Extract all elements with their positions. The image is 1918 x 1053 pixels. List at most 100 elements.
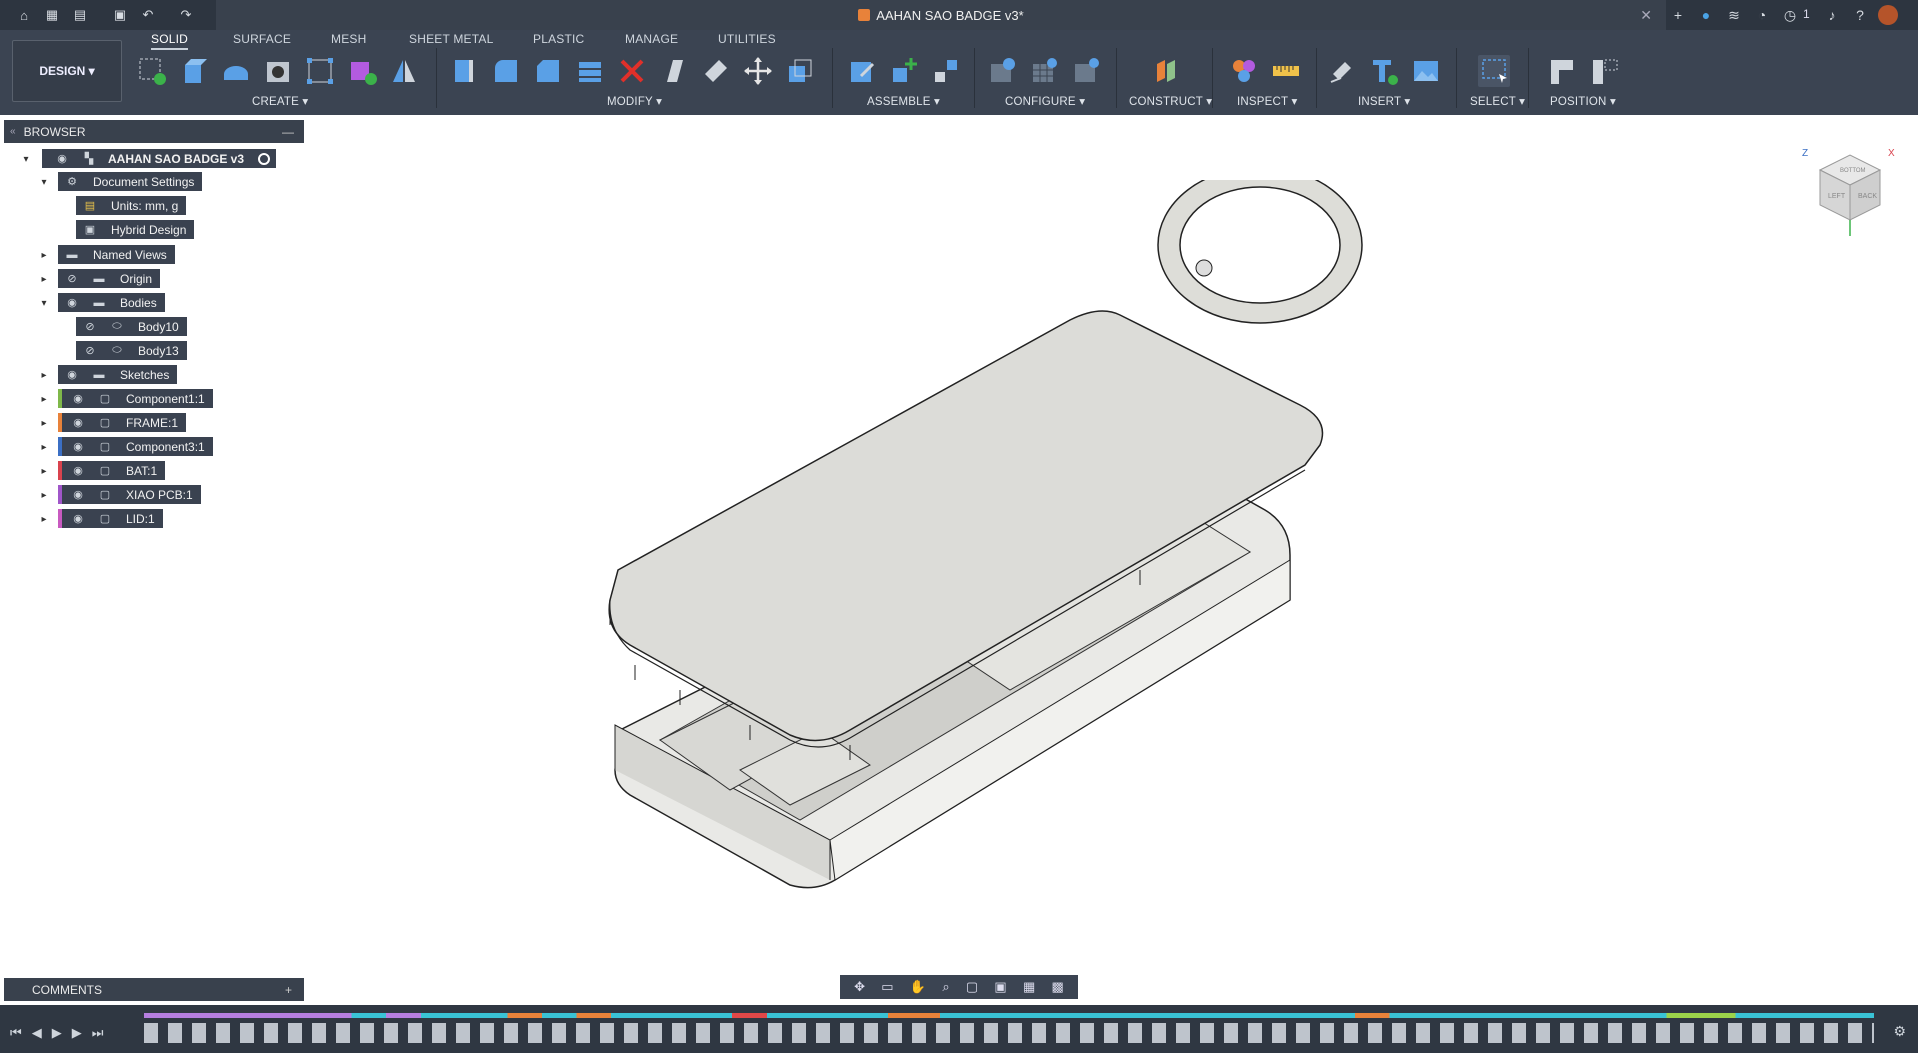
eye-icon[interactable]: ◉	[64, 296, 80, 310]
eye-hidden-icon[interactable]: ⊘	[64, 272, 80, 286]
expander-lid[interactable]: ▸	[38, 513, 50, 525]
data-panel-icon[interactable]: ≋	[1724, 5, 1744, 25]
comments-panel[interactable]: COMMENTS +	[4, 978, 304, 1001]
expander-bat[interactable]: ▸	[38, 465, 50, 477]
tree-item-document-settings[interactable]: ⚙ Document Settings	[58, 172, 203, 191]
move-copy-icon[interactable]	[742, 55, 774, 87]
expander-root[interactable]: ▾	[20, 153, 32, 165]
timeline-play-icon[interactable]: ▶	[52, 1025, 62, 1041]
tab-solid[interactable]: SOLID	[151, 32, 189, 50]
eye-icon[interactable]: ◉	[70, 392, 86, 406]
select-window-icon[interactable]	[1478, 55, 1510, 87]
expander-named-views[interactable]: ▸	[38, 249, 50, 261]
eye-icon[interactable]: ◉	[70, 488, 86, 502]
expander-component1[interactable]: ▸	[38, 393, 50, 405]
collapse-panel-icon[interactable]: «	[10, 126, 16, 137]
timeline-prev-icon[interactable]: ◀	[32, 1025, 42, 1041]
inspect-group-label[interactable]: INSPECT ▾	[1237, 94, 1297, 108]
tree-item-component3[interactable]: ◉ ▢ Component3:1	[58, 437, 213, 456]
viewcube-face-left[interactable]: LEFT	[1828, 193, 1846, 200]
viewcube[interactable]: LEFT BACK BOTTOM Z X	[1800, 140, 1900, 240]
mirror-icon[interactable]	[388, 55, 420, 87]
insert-derive-icon[interactable]	[1326, 55, 1358, 87]
model-viewport[interactable]	[600, 180, 1380, 910]
new-tab-icon[interactable]: +	[1668, 5, 1688, 25]
revolve-icon[interactable]	[220, 55, 252, 87]
redo-icon[interactable]: ↷	[176, 6, 196, 24]
expander-document-settings[interactable]: ▾	[38, 176, 50, 188]
pattern-icon[interactable]	[304, 55, 336, 87]
fillet-icon[interactable]	[490, 55, 522, 87]
select-group-label[interactable]: SELECT ▾	[1470, 94, 1525, 108]
insert-image-icon[interactable]	[1410, 55, 1442, 87]
tree-item-lid[interactable]: ◉ ▢ LID:1	[58, 509, 163, 528]
extensions-icon[interactable]: ●	[1696, 5, 1716, 25]
tree-item-frame[interactable]: ◉ ▢ FRAME:1	[58, 413, 187, 432]
tab-mesh[interactable]: MESH	[331, 32, 366, 50]
expander-bodies[interactable]: ▾	[38, 297, 50, 309]
tree-item-units[interactable]: ▤ Units: mm, g	[76, 196, 187, 215]
expander-component3[interactable]: ▸	[38, 441, 50, 453]
delete-icon[interactable]	[616, 55, 648, 87]
configuration-rule-icon[interactable]	[1070, 55, 1102, 87]
help-icon[interactable]: ?	[1850, 5, 1870, 25]
configure-group-label[interactable]: CONFIGURE ▾	[1005, 94, 1085, 108]
grid-settings-icon[interactable]: ▦	[1023, 979, 1035, 995]
timeline-next-icon[interactable]: ▶	[72, 1025, 82, 1041]
shell-icon[interactable]	[574, 55, 606, 87]
tree-item-xiao-pcb[interactable]: ◉ ▢ XIAO PCB:1	[58, 485, 201, 504]
position-group-label[interactable]: POSITION ▾	[1550, 94, 1616, 108]
save-icon[interactable]: ▣	[110, 6, 130, 24]
tree-item-named-views[interactable]: ▬ Named Views	[58, 245, 175, 264]
expander-sketches[interactable]: ▸	[38, 369, 50, 381]
tab-sheet-metal[interactable]: SHEET METAL	[409, 32, 493, 50]
eye-icon[interactable]: ◉	[70, 512, 86, 526]
inspect-materials-icon[interactable]	[1228, 55, 1260, 87]
timeline-features[interactable]	[144, 1023, 1874, 1043]
expander-origin[interactable]: ▸	[38, 273, 50, 285]
pan-icon[interactable]: ✋	[910, 979, 926, 995]
minimize-icon[interactable]: —	[282, 125, 294, 139]
file-menu-icon[interactable]: ▤	[70, 6, 90, 24]
workspace-switcher[interactable]: DESIGN ▾	[12, 40, 122, 102]
expander-frame[interactable]: ▸	[38, 417, 50, 429]
look-at-icon[interactable]: ▭	[881, 979, 893, 995]
split-body-icon[interactable]	[700, 55, 732, 87]
tree-item-body10[interactable]: ⊘ ⬭ Body10	[76, 317, 187, 336]
timeline-start-icon[interactable]: ⏮	[10, 1025, 22, 1041]
measure-icon[interactable]	[1270, 55, 1302, 87]
tree-item-bat[interactable]: ◉ ▢ BAT:1	[58, 461, 166, 480]
tree-item-component1[interactable]: ◉ ▢ Component1:1	[58, 389, 213, 408]
new-component-icon[interactable]	[846, 55, 878, 87]
fit-icon[interactable]: ▢	[966, 979, 978, 995]
tree-item-body13[interactable]: ⊘ ⬭ Body13	[76, 341, 187, 360]
viewcube-face-bottom[interactable]: BOTTOM	[1840, 168, 1866, 174]
tree-item-origin[interactable]: ⊘ ▬ Origin	[58, 269, 161, 288]
create-sketch-icon[interactable]	[136, 55, 168, 87]
offset-plane-icon[interactable]	[1150, 55, 1182, 87]
eye-hidden-icon[interactable]: ⊘	[82, 320, 98, 334]
chamfer-icon[interactable]	[532, 55, 564, 87]
bell-icon[interactable]: ♪	[1822, 5, 1842, 25]
close-icon[interactable]: ✕	[1640, 7, 1652, 24]
modify-group-label[interactable]: MODIFY ▾	[607, 94, 662, 108]
avatar[interactable]	[1878, 5, 1898, 25]
zoom-icon[interactable]: ⌕	[942, 979, 949, 995]
eye-icon[interactable]: ◉	[64, 368, 80, 382]
construct-group-label[interactable]: CONSTRUCT ▾	[1129, 94, 1212, 108]
display-settings-icon[interactable]: ▣	[994, 979, 1006, 995]
revert-position-icon[interactable]	[1588, 55, 1620, 87]
assemble-group-label[interactable]: ASSEMBLE ▾	[867, 94, 940, 108]
eye-icon[interactable]: ◉	[70, 440, 86, 454]
eye-icon[interactable]: ◉	[70, 416, 86, 430]
extrude-icon[interactable]	[178, 55, 210, 87]
tab-manage[interactable]: MANAGE	[625, 32, 678, 50]
browser-header[interactable]: « BROWSER —	[4, 120, 304, 143]
as-built-joint-icon[interactable]	[930, 55, 962, 87]
timeline[interactable]: ⏮ ◀ ▶ ▶ ⏭ ⚙	[0, 1005, 1918, 1053]
home-icon[interactable]: ⌂	[14, 6, 34, 24]
insert-group-label[interactable]: INSERT ▾	[1358, 94, 1410, 108]
document-tab[interactable]: AAHAN SAO BADGE v3* ✕	[216, 0, 1666, 30]
viewcube-face-back[interactable]: BACK	[1858, 193, 1877, 200]
press-pull-icon[interactable]	[448, 55, 480, 87]
